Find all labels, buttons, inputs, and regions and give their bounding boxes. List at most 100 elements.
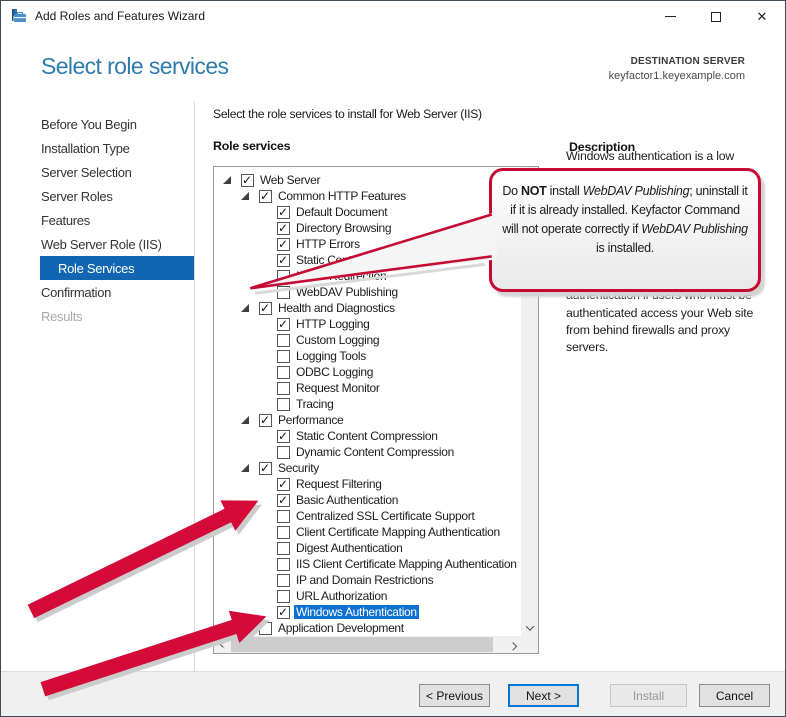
tree-row-label-static-content-compression[interactable]: Static Content Compression xyxy=(296,429,438,443)
tree-row[interactable]: Performance xyxy=(214,412,521,428)
next-button[interactable]: Next > xyxy=(508,684,579,707)
checkbox-static-content-compression[interactable] xyxy=(277,430,290,443)
checkbox-custom-logging[interactable] xyxy=(277,334,290,347)
tree-row[interactable]: Logging Tools xyxy=(214,348,521,364)
tree-row-label-centralized-ssl-certificate-support[interactable]: Centralized SSL Certificate Support xyxy=(296,509,474,523)
tree-row[interactable]: HTTP Redirection xyxy=(214,268,521,284)
checkbox-webdav-publishing[interactable] xyxy=(277,286,290,299)
sidebar-item-confirmation[interactable]: Confirmation xyxy=(40,280,194,304)
sidebar-item-before-you-begin[interactable]: Before You Begin xyxy=(40,112,194,136)
tree-row-label-odbc-logging[interactable]: ODBC Logging xyxy=(296,365,373,379)
tree-row-label-default-document[interactable]: Default Document xyxy=(296,205,387,219)
tree-row[interactable]: Security xyxy=(214,460,521,476)
expand-triangle-icon[interactable] xyxy=(241,464,249,472)
tree-row-label-security[interactable]: Security xyxy=(278,461,319,475)
tree-row-label-http-errors[interactable]: HTTP Errors xyxy=(296,237,360,251)
tree-row[interactable]: Centralized SSL Certificate Support xyxy=(214,508,521,524)
checkbox-http-redirection[interactable] xyxy=(277,270,290,283)
checkbox-windows-authentication[interactable] xyxy=(277,606,290,619)
tree-row[interactable]: Default Document xyxy=(214,204,521,220)
checkbox-request-monitor[interactable] xyxy=(277,382,290,395)
tree-row[interactable]: Common HTTP Features xyxy=(214,188,521,204)
tree-row-label-http-redirection[interactable]: HTTP Redirection xyxy=(296,269,386,283)
tree-row[interactable]: Basic Authentication xyxy=(214,492,521,508)
tree-row-label-custom-logging[interactable]: Custom Logging xyxy=(296,333,379,347)
scroll-left-button[interactable] xyxy=(214,636,231,653)
tree-row-label-common-http-features[interactable]: Common HTTP Features xyxy=(278,189,406,203)
cancel-button[interactable]: Cancel xyxy=(699,684,770,707)
expand-triangle-icon[interactable] xyxy=(241,304,249,312)
tree-row-label-client-certificate-mapping-authentication[interactable]: Client Certificate Mapping Authenticatio… xyxy=(296,525,500,539)
tree-row[interactable]: WebDAV Publishing xyxy=(214,284,521,300)
tree-row-label-digest-authentication[interactable]: Digest Authentication xyxy=(296,541,402,555)
sidebar-item-server-selection[interactable]: Server Selection xyxy=(40,160,194,184)
tree-row-label-performance[interactable]: Performance xyxy=(278,413,343,427)
tree-row[interactable]: Request Filtering xyxy=(214,476,521,492)
tree-row[interactable]: Windows Authentication xyxy=(214,604,521,620)
tree-row-label-webdav-publishing[interactable]: WebDAV Publishing xyxy=(296,285,398,299)
tree-row[interactable]: HTTP Errors xyxy=(214,236,521,252)
tree-row-label-ip-and-domain-restrictions[interactable]: IP and Domain Restrictions xyxy=(296,573,433,587)
checkbox-security[interactable] xyxy=(259,462,272,475)
tree-row[interactable]: URL Authorization xyxy=(214,588,521,604)
checkbox-request-filtering[interactable] xyxy=(277,478,290,491)
tree-row[interactable]: Health and Diagnostics xyxy=(214,300,521,316)
checkbox-odbc-logging[interactable] xyxy=(277,366,290,379)
title-bar[interactable]: Add Roles and Features Wizard ✕ xyxy=(1,1,785,32)
tree-row-label-health-and-diagnostics[interactable]: Health and Diagnostics xyxy=(278,301,395,315)
checkbox-centralized-ssl-certificate-support[interactable] xyxy=(277,510,290,523)
tree-row-label-url-authorization[interactable]: URL Authorization xyxy=(296,589,387,603)
tree-row[interactable]: Web Server xyxy=(214,172,521,188)
checkbox-client-certificate-mapping-authentication[interactable] xyxy=(277,526,290,539)
tree-row-label-http-logging[interactable]: HTTP Logging xyxy=(296,317,370,331)
checkbox-ip-and-domain-restrictions[interactable] xyxy=(277,574,290,587)
tree-row-label-dynamic-content-compression[interactable]: Dynamic Content Compression xyxy=(296,445,454,459)
tree-row[interactable]: Directory Browsing xyxy=(214,220,521,236)
checkbox-web-server[interactable] xyxy=(241,174,254,187)
sidebar-item-web-server-role-iis[interactable]: Web Server Role (IIS) xyxy=(40,232,194,256)
tree-row-label-tracing[interactable]: Tracing xyxy=(296,397,333,411)
checkbox-health-and-diagnostics[interactable] xyxy=(259,302,272,315)
tree-row[interactable]: Dynamic Content Compression xyxy=(214,444,521,460)
tree-row[interactable]: IIS Client Certificate Mapping Authentic… xyxy=(214,556,521,572)
tree-row-label-request-filtering[interactable]: Request Filtering xyxy=(296,477,382,491)
checkbox-url-authorization[interactable] xyxy=(277,590,290,603)
previous-button[interactable]: < Previous xyxy=(419,684,490,707)
expand-triangle-icon[interactable] xyxy=(223,176,231,184)
scroll-right-button[interactable] xyxy=(504,636,521,653)
tree-row-label-static-content[interactable]: Static Content xyxy=(296,253,367,267)
minimize-button[interactable] xyxy=(647,1,693,32)
checkbox-http-errors[interactable] xyxy=(277,238,290,251)
sidebar-item-installation-type[interactable]: Installation Type xyxy=(40,136,194,160)
scroll-down-button[interactable] xyxy=(521,619,538,636)
tree-row[interactable]: Digest Authentication xyxy=(214,540,521,556)
checkbox-tracing[interactable] xyxy=(277,398,290,411)
sidebar-item-features[interactable]: Features xyxy=(40,208,194,232)
maximize-button[interactable] xyxy=(693,1,739,32)
checkbox-common-http-features[interactable] xyxy=(259,190,272,203)
tree-row[interactable]: Static Content Compression xyxy=(214,428,521,444)
close-button[interactable]: ✕ xyxy=(739,1,785,32)
tree-row[interactable]: Static Content xyxy=(214,252,521,268)
checkbox-performance[interactable] xyxy=(259,414,272,427)
checkbox-directory-browsing[interactable] xyxy=(277,222,290,235)
horizontal-scrollbar[interactable] xyxy=(214,636,521,653)
checkbox-digest-authentication[interactable] xyxy=(277,542,290,555)
tree-row[interactable]: Request Monitor xyxy=(214,380,521,396)
tree-row[interactable]: Client Certificate Mapping Authenticatio… xyxy=(214,524,521,540)
tree-row-label-basic-authentication[interactable]: Basic Authentication xyxy=(296,493,398,507)
expand-triangle-icon[interactable] xyxy=(241,192,249,200)
tree-row-label-request-monitor[interactable]: Request Monitor xyxy=(296,381,380,395)
checkbox-iis-client-certificate-mapping-authentication[interactable] xyxy=(277,558,290,571)
tree-row[interactable]: Application Development xyxy=(214,620,521,636)
tree-row-label-logging-tools[interactable]: Logging Tools xyxy=(296,349,366,363)
horizontal-scroll-thumb[interactable] xyxy=(231,637,493,652)
checkbox-static-content[interactable] xyxy=(277,254,290,267)
checkbox-dynamic-content-compression[interactable] xyxy=(277,446,290,459)
tree-row[interactable]: ODBC Logging xyxy=(214,364,521,380)
tree-row[interactable]: Custom Logging xyxy=(214,332,521,348)
sidebar-item-role-services[interactable]: Role Services xyxy=(40,256,194,280)
checkbox-application-development[interactable] xyxy=(259,622,272,635)
tree-row[interactable]: IP and Domain Restrictions xyxy=(214,572,521,588)
checkbox-default-document[interactable] xyxy=(277,206,290,219)
